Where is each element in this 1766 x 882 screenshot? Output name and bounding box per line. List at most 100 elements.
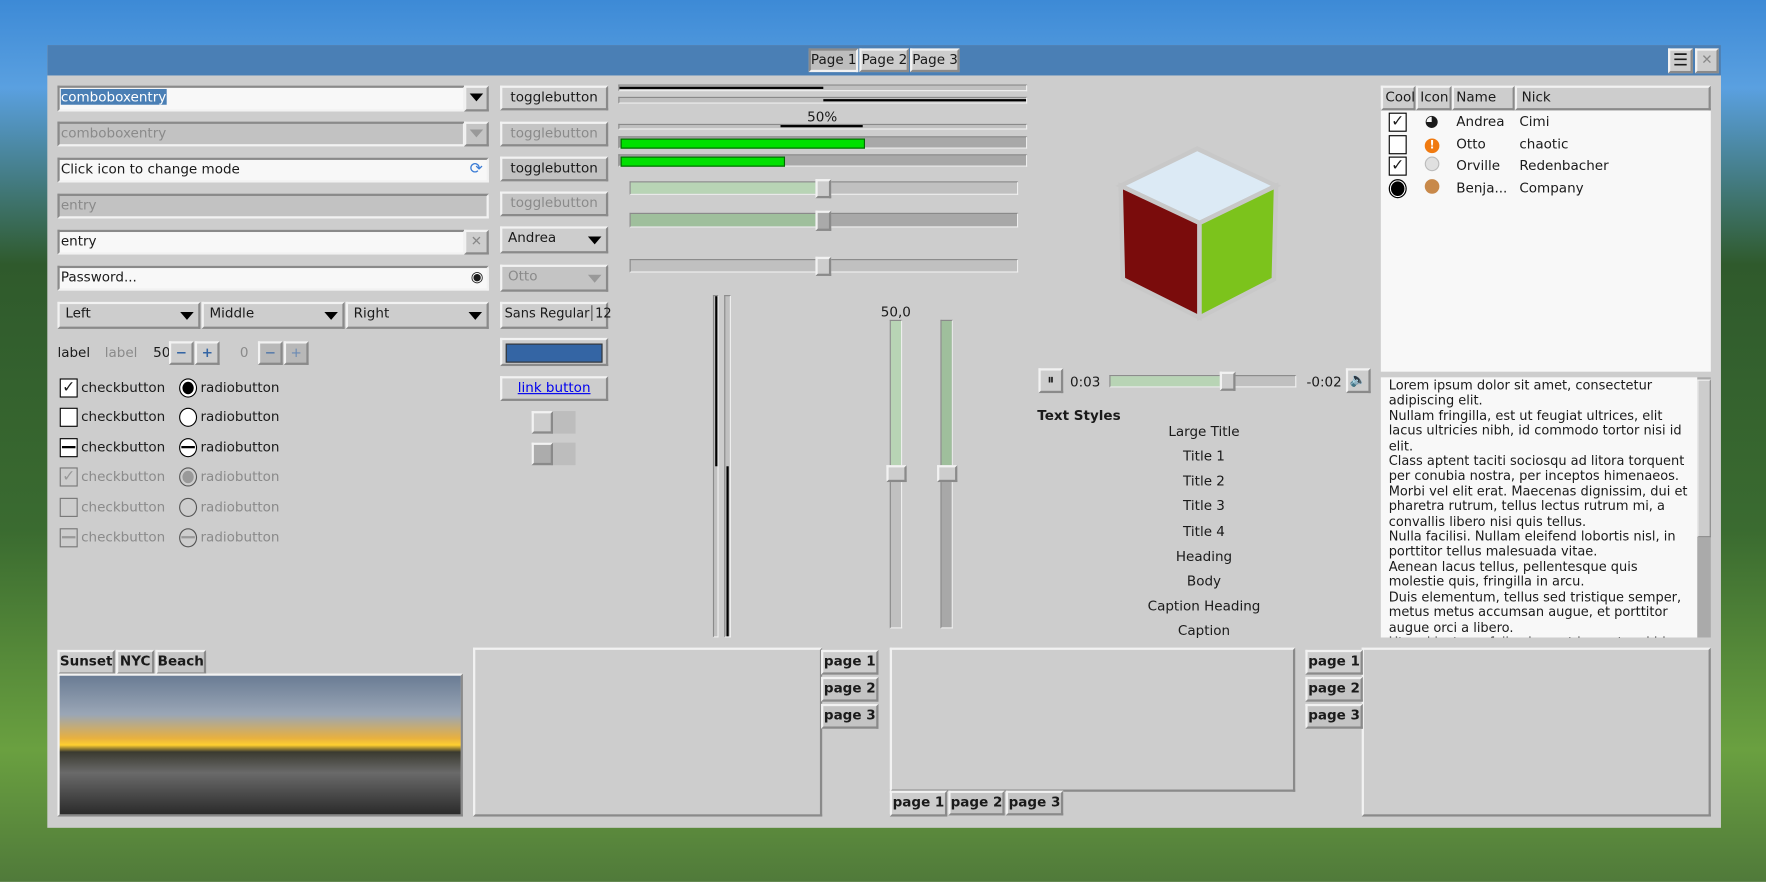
- combo-dropdown-button[interactable]: [464, 85, 489, 112]
- tab-page-1[interactable]: Page 1: [808, 48, 859, 73]
- spin-increment[interactable]: +: [194, 341, 220, 365]
- scale-vertical-1[interactable]: [886, 319, 907, 629]
- scale-horizontal-1[interactable]: [629, 179, 1019, 199]
- color-button[interactable]: [500, 337, 609, 367]
- checkbox[interactable]: [59, 407, 78, 427]
- text-paragraph: Class aptent taciti sociosqu ad litora t…: [1388, 452, 1685, 484]
- scale-value-label: 50,0: [880, 304, 911, 320]
- refresh-icon[interactable]: ⟳: [470, 160, 483, 178]
- tab-page-2[interactable]: page 2: [821, 676, 879, 702]
- row-name[interactable]: Otto: [1456, 135, 1486, 153]
- row-name[interactable]: Orville: [1456, 157, 1500, 175]
- radio-button[interactable]: [179, 438, 198, 458]
- font-button[interactable]: Sans Regular 12: [500, 301, 612, 329]
- notebook-right-tabs: [473, 647, 823, 817]
- combo-right[interactable]: Right: [345, 301, 489, 329]
- row-name[interactable]: Andrea: [1456, 113, 1504, 131]
- tab-page-2[interactable]: page 2: [1305, 676, 1363, 702]
- combo-left[interactable]: Left: [57, 301, 201, 329]
- spin-decrement-disabled: −: [257, 341, 283, 365]
- text-paragraph: Ut sed justo ac felis placerat laoreet s…: [1389, 634, 1690, 637]
- checkbutton-label[interactable]: checkbutton: [81, 378, 165, 396]
- tab-page-3[interactable]: page 3: [821, 703, 879, 729]
- text-view[interactable]: Lorem ipsum dolor sit amet, consectetur …: [1380, 377, 1698, 638]
- volume-button[interactable]: 🔈: [1345, 368, 1371, 394]
- row-nick[interactable]: Cimi: [1519, 113, 1549, 131]
- moon-icon: [1424, 156, 1440, 176]
- text-paragraph: Aenean lacus tellus, pellentesque quis m…: [1388, 558, 1638, 590]
- toggle-button-3[interactable]: togglebutton: [500, 156, 609, 182]
- tab-page-3[interactable]: Page 3: [910, 48, 960, 73]
- checkbox[interactable]: [59, 438, 78, 458]
- chevron-down-icon: [587, 274, 602, 283]
- close-button[interactable]: ✕: [1695, 48, 1719, 74]
- scale-horizontal-2[interactable]: [629, 210, 1019, 231]
- text-paragraph: Nullam fringilla, est ut feugiat ultrice…: [1388, 407, 1682, 454]
- checkbutton-label[interactable]: checkbutton: [81, 408, 165, 426]
- link-button[interactable]: link button: [500, 376, 609, 401]
- scale-horizontal-3[interactable]: [629, 256, 1019, 276]
- tab-page-1[interactable]: page 1: [889, 790, 948, 817]
- radio-button: [179, 497, 198, 517]
- radiobutton-label: radiobutton: [200, 498, 280, 515]
- tab-page-3[interactable]: page 3: [1005, 790, 1064, 816]
- tab-page-3[interactable]: page 3: [1305, 703, 1363, 729]
- cool-checkbox[interactable]: [1388, 134, 1407, 154]
- pause-button[interactable]: ⏸: [1038, 368, 1064, 394]
- combobox-entry[interactable]: comboboxentry: [57, 85, 466, 112]
- tab-page-2[interactable]: Page 2: [859, 48, 909, 73]
- row-nick[interactable]: chaotic: [1519, 135, 1568, 153]
- text-paragraph: Nulla facilisi. Nullam eleifend lobortis…: [1388, 528, 1676, 560]
- media-seek-slider[interactable]: [1109, 371, 1297, 391]
- spin-decrement[interactable]: −: [168, 341, 194, 365]
- checkbutton-label[interactable]: checkbutton: [81, 438, 165, 456]
- switch-2[interactable]: [531, 442, 576, 466]
- scale-vertical-2[interactable]: [937, 319, 958, 629]
- chevron-down-icon: [587, 236, 602, 245]
- cool-checkbox[interactable]: ✓: [1388, 156, 1407, 176]
- row-nick[interactable]: Redenbacher: [1519, 157, 1608, 175]
- column-header-nick[interactable]: Nick: [1514, 85, 1711, 111]
- eye-icon[interactable]: ◉: [471, 269, 484, 287]
- cool-radio[interactable]: [1388, 178, 1407, 198]
- cool-checkbox[interactable]: ✓: [1388, 112, 1407, 132]
- monkey-icon: [1424, 178, 1440, 198]
- tab-beach[interactable]: Beach: [155, 649, 207, 675]
- column-header-icon[interactable]: Icon: [1415, 85, 1452, 111]
- text-view-scrollbar[interactable]: [1697, 377, 1711, 638]
- clear-button[interactable]: ✕: [464, 229, 489, 255]
- radio-button[interactable]: [179, 407, 198, 427]
- clearable-entry[interactable]: entry: [57, 229, 466, 255]
- combo-label: Left: [65, 305, 91, 321]
- row-nick[interactable]: Company: [1519, 179, 1583, 197]
- column-header-cool[interactable]: Cool: [1380, 85, 1416, 111]
- tab-page-1[interactable]: page 1: [821, 649, 879, 675]
- text-style-item: Title 2: [1183, 473, 1225, 489]
- spin-increment-disabled: +: [283, 341, 309, 365]
- tab-page-2[interactable]: page 2: [948, 790, 1005, 816]
- radio-button[interactable]: [179, 378, 198, 398]
- radiobutton-label[interactable]: radiobutton: [200, 408, 279, 426]
- combo-middle[interactable]: Middle: [201, 301, 345, 329]
- tab-page-1[interactable]: page 1: [1305, 649, 1363, 675]
- switch-1[interactable]: [531, 411, 576, 434]
- spin-value[interactable]: 50: [153, 344, 170, 362]
- mode-entry[interactable]: Click icon to change mode: [57, 157, 489, 183]
- toggle-button-1[interactable]: togglebutton: [500, 85, 609, 111]
- column-header-name[interactable]: Name: [1451, 85, 1515, 111]
- row-name[interactable]: Benja...: [1456, 179, 1507, 197]
- text-style-item: Body: [1186, 573, 1222, 590]
- radiobutton-label[interactable]: radiobutton: [200, 438, 279, 456]
- menu-button[interactable]: ☰: [1668, 48, 1693, 74]
- combo-label: Andrea: [507, 229, 557, 246]
- tab-nyc[interactable]: NYC: [116, 649, 155, 675]
- radiobutton-label: radiobutton: [200, 468, 280, 485]
- radiobutton-label[interactable]: radiobutton: [200, 378, 279, 396]
- remaining-time: -0:02: [1306, 373, 1342, 390]
- notebook-left-tabs: [1361, 647, 1711, 817]
- password-entry[interactable]: Password...: [57, 265, 489, 291]
- checkbox[interactable]: ✓: [59, 378, 78, 398]
- tab-sunset[interactable]: Sunset: [57, 649, 115, 675]
- progress-bar-3: [618, 123, 1028, 130]
- combo-andrea[interactable]: Andrea: [500, 226, 609, 254]
